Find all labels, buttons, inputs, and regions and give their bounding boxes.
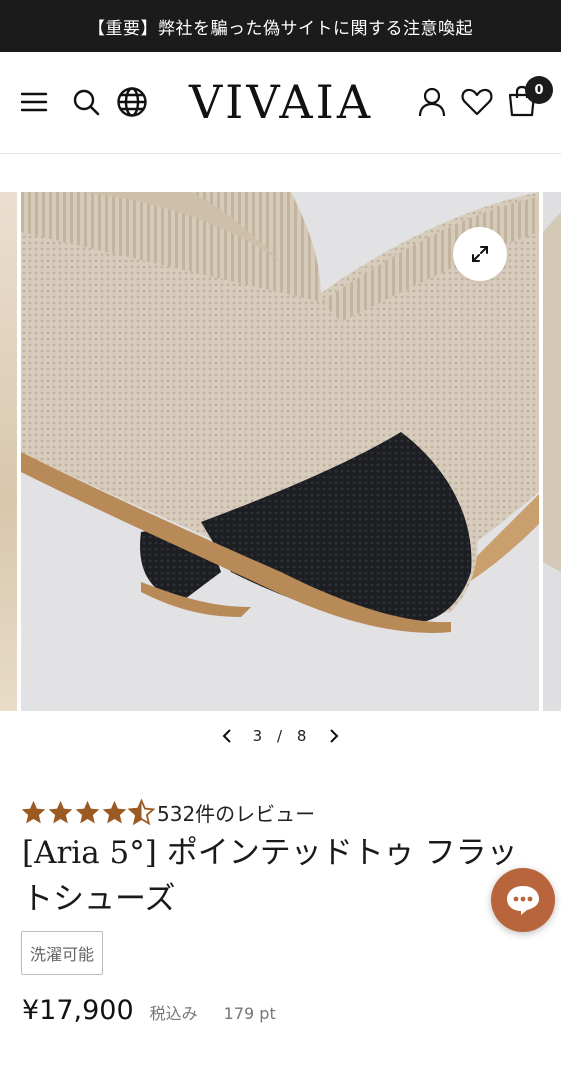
site-header: VIVAIA 0: [0, 52, 561, 154]
star-half-icon: [128, 798, 155, 825]
announcement-text[interactable]: 【重要】弊社を騙った偽サイトに関する注意喚起: [88, 14, 473, 39]
product-price: ¥17,900: [22, 995, 134, 1026]
heart-icon[interactable]: [460, 86, 494, 118]
price-row: ¥17,900 税込み 179 pt: [22, 995, 276, 1035]
zoom-button[interactable]: [453, 227, 507, 281]
star-full-icon: [48, 800, 73, 823]
product-rating[interactable]: 532件のレビュー: [20, 796, 315, 828]
product-gallery[interactable]: [0, 192, 561, 711]
account-icon[interactable]: [416, 86, 448, 118]
gallery-pager: 3 / 8: [0, 720, 561, 752]
chat-button[interactable]: [491, 868, 555, 932]
current-page: 3: [252, 727, 265, 745]
washable-tag: 洗濯可能: [21, 931, 103, 975]
globe-icon[interactable]: [115, 85, 149, 119]
expand-icon: [472, 246, 488, 262]
star-full-icon: [75, 800, 100, 823]
product-title: [Aria 5°] ポインテッドトゥ フラットシューズ: [22, 835, 518, 917]
brand-logo[interactable]: VIVAIA: [178, 74, 384, 130]
prev-image-button[interactable]: [213, 722, 241, 750]
menu-icon[interactable]: [18, 86, 50, 118]
reward-points: 179 pt: [223, 1004, 276, 1023]
cart-count-badge: 0: [525, 76, 553, 104]
review-count-link[interactable]: 532件のレビュー: [157, 798, 315, 827]
star-full-icon: [21, 800, 46, 823]
next-image-button[interactable]: [320, 722, 348, 750]
next-slide-peek[interactable]: [543, 192, 561, 711]
page-separator: /: [276, 727, 285, 745]
star-full-icon: [102, 800, 127, 823]
chevron-left-icon: [222, 729, 231, 743]
total-pages: 8: [296, 727, 309, 745]
announcement-bar[interactable]: 【重要】弊社を騙った偽サイトに関する注意喚起: [0, 0, 561, 52]
previous-slide-peek[interactable]: [0, 192, 17, 711]
page-indicator: 3 / 8: [241, 727, 321, 745]
chevron-right-icon: [330, 729, 339, 743]
chat-bubble-icon: [507, 886, 539, 915]
search-icon[interactable]: [70, 86, 102, 118]
tax-included-label: 税込み: [149, 1004, 198, 1023]
